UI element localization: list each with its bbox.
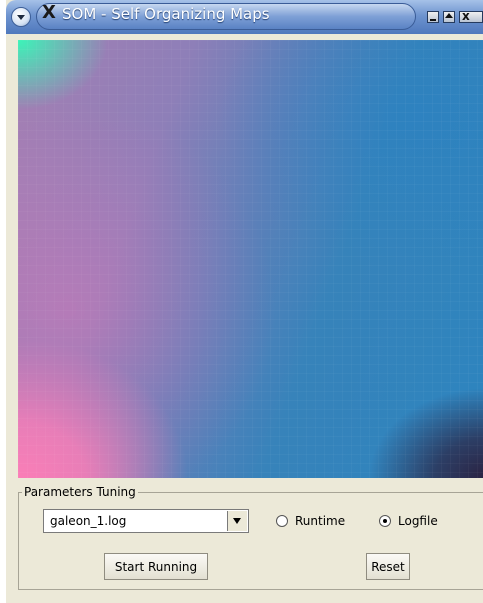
title-bar[interactable]: X SOM - Self Organizing Maps x <box>6 0 483 34</box>
close-icon[interactable]: x <box>459 9 483 23</box>
app-icon: X <box>42 2 56 23</box>
radio-runtime[interactable]: Runtime <box>276 512 345 530</box>
start-running-button[interactable]: Start Running <box>104 553 208 580</box>
logfile-combo-value: galeon_1.log <box>50 514 127 528</box>
minimize-icon[interactable] <box>427 11 439 23</box>
som-map-canvas <box>18 40 483 478</box>
window-menu-icon[interactable] <box>11 7 31 27</box>
som-window: X SOM - Self Organizing Maps x Parameter… <box>6 0 483 603</box>
window-title: SOM - Self Organizing Maps <box>62 5 270 23</box>
maximize-icon[interactable] <box>443 11 455 23</box>
radio-runtime-label: Runtime <box>295 514 346 528</box>
parameters-group-label: Parameters Tuning <box>22 484 138 500</box>
radio-logfile[interactable]: Logfile <box>379 512 438 530</box>
radio-logfile-label: Logfile <box>398 514 438 528</box>
parameters-group <box>18 492 483 590</box>
dropdown-arrow-icon[interactable] <box>227 511 247 531</box>
radio-runtime-circle[interactable] <box>276 515 288 527</box>
reset-button[interactable]: Reset <box>366 553 410 580</box>
radio-logfile-circle[interactable] <box>379 515 391 527</box>
logfile-combo[interactable]: galeon_1.log <box>43 509 249 533</box>
